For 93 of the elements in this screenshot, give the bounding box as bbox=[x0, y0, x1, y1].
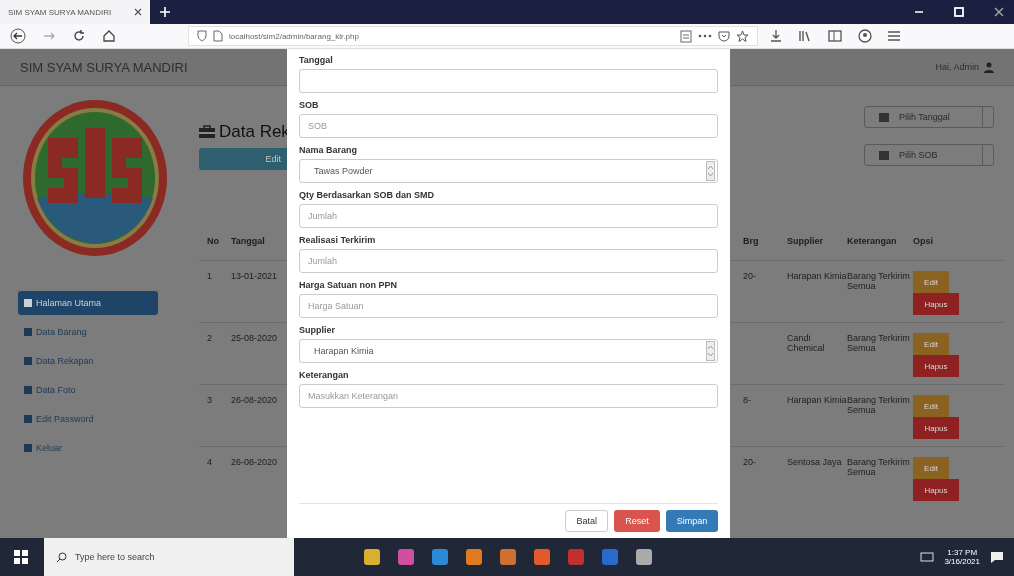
input-field[interactable]: Harga Satuan bbox=[299, 294, 718, 318]
field-label: SOB bbox=[299, 100, 320, 110]
table-cell: 25-08-2020 bbox=[231, 333, 278, 343]
calendar-icon bbox=[879, 112, 889, 122]
sidebar-item[interactable]: Data Barang bbox=[18, 320, 158, 344]
sidebar-item[interactable]: Keluar bbox=[18, 436, 158, 460]
spinner-icon bbox=[706, 161, 715, 181]
filter-dropdown[interactable]: Pilih Tanggal bbox=[864, 106, 994, 128]
star-icon[interactable] bbox=[736, 29, 749, 43]
column-header: Tanggal bbox=[231, 236, 265, 246]
reload-icon[interactable] bbox=[72, 29, 86, 43]
new-tab-icon[interactable] bbox=[160, 7, 170, 17]
account-icon[interactable] bbox=[858, 29, 872, 43]
briefcase-icon bbox=[199, 125, 215, 139]
pocket-icon[interactable] bbox=[718, 30, 730, 42]
input-field[interactable]: Jumlah bbox=[299, 204, 718, 228]
address-bar[interactable]: localhost/sim2/admin/barang_klr.php bbox=[188, 26, 758, 46]
field-label: Nama Barang bbox=[299, 145, 359, 155]
back-icon[interactable] bbox=[10, 28, 26, 44]
column-header: Keterangan bbox=[847, 236, 897, 246]
table-cell: 4 bbox=[207, 457, 212, 467]
clock-date[interactable]: 3/16/2021 bbox=[944, 557, 980, 566]
table-cell: 3 bbox=[207, 395, 212, 405]
field-label: Supplier bbox=[299, 325, 336, 335]
column-header: Supplier bbox=[787, 236, 823, 246]
filter-dropdown[interactable]: Pilih SOB bbox=[864, 144, 994, 166]
menu-icon[interactable] bbox=[888, 31, 900, 41]
field-label: Harga Satuan non PPN bbox=[299, 280, 398, 290]
table-cell: 20- bbox=[743, 271, 756, 281]
network-icon[interactable] bbox=[920, 552, 935, 562]
column-header: Brg bbox=[743, 236, 759, 246]
search-icon bbox=[56, 551, 67, 563]
library-icon[interactable] bbox=[798, 29, 812, 43]
field-label: Tanggal bbox=[299, 55, 334, 65]
input-field[interactable]: Jumlah bbox=[299, 249, 718, 273]
sidebar-item[interactable]: Halaman Utama bbox=[18, 291, 158, 315]
download-icon[interactable] bbox=[770, 29, 782, 43]
windows-start-icon[interactable] bbox=[14, 550, 28, 564]
taskbar-search-field[interactable]: Type here to search bbox=[44, 538, 294, 576]
column-header: No bbox=[207, 236, 219, 246]
save-button[interactable]: Simpan bbox=[666, 510, 718, 532]
reader-icon[interactable] bbox=[680, 29, 692, 43]
field-label: Keterangan bbox=[299, 370, 350, 380]
shield-icon bbox=[197, 30, 207, 42]
home-icon[interactable] bbox=[102, 29, 116, 43]
user-icon bbox=[984, 61, 994, 73]
table-cell: Candi Chemical bbox=[787, 333, 825, 353]
column-header: Opsi bbox=[913, 236, 933, 246]
table-cell: 26-08-2020 bbox=[231, 457, 278, 467]
table-cell: 8- bbox=[743, 395, 751, 405]
table-cell: Barang Terkirim Semua bbox=[847, 395, 910, 415]
input-field[interactable]: SOB bbox=[299, 114, 718, 138]
table-cell: 26-08-2020 bbox=[231, 395, 278, 405]
table-cell: 20- bbox=[743, 457, 756, 467]
close-icon[interactable] bbox=[994, 7, 1004, 17]
edit-button[interactable]: Edit bbox=[913, 457, 949, 479]
table-cell: Sentosa Jaya bbox=[787, 457, 842, 467]
sidebar-item[interactable]: Data Foto bbox=[18, 378, 158, 402]
delete-button[interactable]: Hapus bbox=[913, 479, 959, 501]
table-cell: 2 bbox=[207, 333, 212, 343]
select-field[interactable]: Tawas Powder bbox=[299, 159, 718, 183]
table-cell: Barang Terkirim Semua bbox=[847, 333, 910, 353]
table-cell: 1 bbox=[207, 271, 212, 281]
calendar-icon bbox=[879, 150, 889, 160]
more-icon[interactable] bbox=[698, 34, 712, 38]
select-field[interactable]: Harapan Kimia bbox=[299, 339, 718, 363]
cancel-button[interactable]: Batal bbox=[565, 510, 608, 532]
delete-button[interactable]: Hapus bbox=[913, 417, 959, 439]
sidebar-icon[interactable] bbox=[828, 30, 842, 42]
clock-time[interactable]: 1:37 PM bbox=[947, 548, 978, 557]
maximize-icon[interactable] bbox=[954, 7, 964, 17]
browser-tab[interactable]: SIM SYAM SURYA MANDIRI bbox=[0, 0, 150, 24]
input-field[interactable] bbox=[299, 69, 718, 93]
table-cell: 13-01-2021 bbox=[231, 271, 278, 281]
sidebar-item[interactable]: Data Rekapan bbox=[18, 349, 158, 373]
page-icon bbox=[213, 30, 223, 42]
reset-button[interactable]: Reset bbox=[614, 510, 660, 532]
edit-button[interactable]: Edit bbox=[913, 271, 949, 293]
table-cell: Harapan Kimia bbox=[787, 271, 847, 281]
table-cell: Harapan Kimia bbox=[787, 395, 847, 405]
table-cell: Barang Terkirim Semua bbox=[847, 457, 910, 477]
table-cell: Barang Terkirim Semua bbox=[847, 271, 910, 291]
sidebar-item[interactable]: Edit Password bbox=[18, 407, 158, 431]
delete-button[interactable]: Hapus bbox=[913, 355, 959, 377]
notification-icon[interactable] bbox=[990, 551, 1004, 563]
input-field[interactable]: Masukkan Keterangan bbox=[299, 384, 718, 408]
edit-button[interactable]: Edit bbox=[913, 333, 949, 355]
spinner-icon bbox=[706, 341, 715, 361]
delete-button[interactable]: Hapus bbox=[913, 293, 959, 315]
close-icon[interactable] bbox=[134, 8, 142, 16]
field-label: Qty Berdasarkan SOB dan SMD bbox=[299, 190, 436, 200]
field-label: Realisasi Terkirim bbox=[299, 235, 377, 245]
edit-button[interactable]: Edit bbox=[913, 395, 949, 417]
